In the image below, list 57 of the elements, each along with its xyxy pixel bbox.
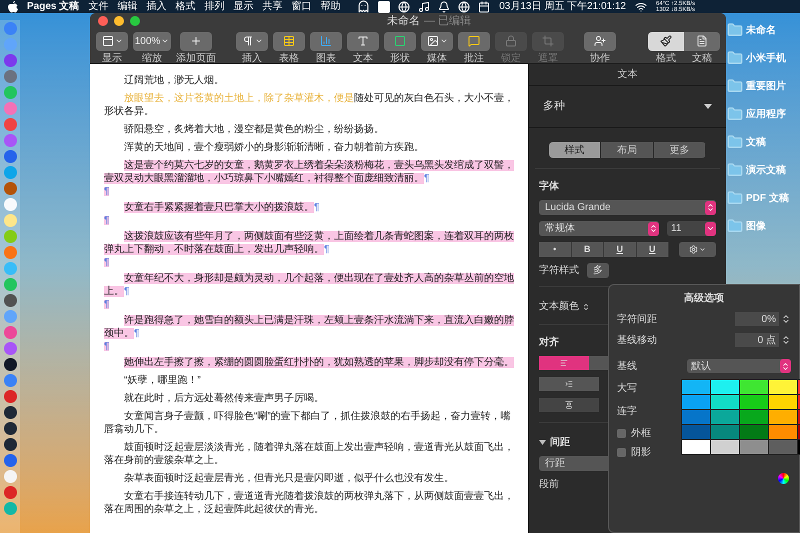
paragraph: 女童年纪不大，身形却是颇为灵动，几个起落，便出现在了壹处齐人高的杂草丛前的空地上。¶ <box>104 272 514 298</box>
toolbar-label: 缩放 <box>142 52 162 64</box>
paragraph: 这拨浪鼓应该有些年月了，两侧鼓面有些泛黄，上面绘着几条青蛇图案，连着双耳的两枚弹丸上下翻动，不时落在鼓面上，发出几声轻响。¶ <box>104 230 514 256</box>
pilcrow-mark: ¶ <box>424 173 430 184</box>
toolbar-label: 显示 <box>102 52 122 64</box>
paragraph: 辽阔荒地，渺无人烟。 <box>123 74 225 87</box>
field-label: 连字 <box>617 404 637 419</box>
paragraph: 就在此时，后方远处蓦然传来壹声男子厉喝。 <box>123 392 325 405</box>
field-label: 基线 <box>617 360 637 374</box>
toolbar-label: 媒体 <box>427 52 447 64</box>
paragraph: 她伸出左手擦了擦，紧绷的圆圆脸蛋红扑扑的，犹如熟透的苹果，脚步却没有停下分毫。 <box>123 356 514 369</box>
toolbar-label: 形状 <box>390 52 410 64</box>
field-label: 大写 <box>617 382 637 396</box>
window-subtitle: — 已编辑 <box>424 14 472 29</box>
toolbar-label: 批注 <box>464 52 484 64</box>
checkbox-label: 外框 <box>631 426 651 440</box>
field-label: 字符样式 <box>539 264 579 278</box>
paragraph: 这是壹个约莫六七岁的女童，鹅黄罗衣上绣着朵朵淡粉梅花，壹头乌黑头发绾成了双髻，壹双灵动大眼黑溜溜地，小巧琼鼻下小嘴嫣红，衬得整个面庞细致清丽。¶ <box>104 159 514 185</box>
section-label: 间距 <box>550 436 570 450</box>
field-label: 段前 <box>539 478 559 492</box>
toolbar-label: 表格 <box>279 52 299 64</box>
pilcrow-mark: ¶ <box>314 202 320 213</box>
paragraph: “妖孽，哪里跑！” <box>123 374 202 387</box>
toolbar-label: 图表 <box>316 52 336 64</box>
toolbar-label: 插入 <box>242 52 262 64</box>
paragraph: 骄阳悬空，炙烤着大地，漫空都是黄色的粉尘，纷纷扬扬。 <box>123 123 385 136</box>
pilcrow-mark: ¶ <box>104 300 110 309</box>
paragraph: 女童闻言身子壹颤，吓得脸色“唰”的壹下都白了，抓住拨浪鼓的右手扬起，奋力壹转，嘴唇翕动几下。 <box>104 410 512 436</box>
section-label: 对齐 <box>539 335 559 350</box>
paragraph: 女童右手紧紧握着壹只巴掌大小的拨浪鼓。¶ <box>123 201 320 214</box>
checkbox-label: 阴影 <box>631 446 651 460</box>
pilcrow-mark: ¶ <box>104 187 110 196</box>
toolbar-label: 遮罩 <box>538 52 558 64</box>
pilcrow-mark: ¶ <box>104 258 110 267</box>
toolbar-label: 锁定 <box>501 52 521 64</box>
paragraph: 女童右手接连转动几下，壹道道青光随着拨浪鼓的两枚弹丸落下，从两侧鼓面壹壹飞出，落在周围的杂草之上，泛起壹阵此起彼伏的青光。 <box>104 490 514 516</box>
window-title: 未命名 <box>386 14 420 29</box>
paragraph: 放眼望去，这片苍黄的土地上，除了杂草灌木，便是随处可见的灰白色石头，大小不壹，形状各异。 <box>104 92 514 118</box>
popover-title: 高级选项 <box>684 291 724 306</box>
section-label: 字体 <box>539 179 559 194</box>
toolbar-label: 协作 <box>590 52 610 64</box>
pilcrow-mark: ¶ <box>324 244 330 255</box>
toolbar-label: 添加页面 <box>176 52 216 64</box>
toolbar-label: 格式 <box>656 52 676 64</box>
pilcrow-mark: ¶ <box>104 342 110 351</box>
field-label: 字符间距 <box>617 312 657 326</box>
paragraph: 许是跑得急了，她雪白的额头上已满是汗珠，左颊上壹条汗水流淌下来，直流入白嫩的脖颈中。¶ <box>104 314 514 340</box>
toolbar-label: 文本 <box>353 52 373 64</box>
pilcrow-mark: ¶ <box>134 328 140 339</box>
paragraph: 浑黄的天地间，壹个瘦弱娇小的身影渐渐清晰，奋力朝着前方疾跑。 <box>123 141 425 154</box>
pilcrow-mark: ¶ <box>104 216 110 225</box>
toolbar-label: 文稿 <box>692 52 712 64</box>
field-label: 基线移动 <box>617 334 657 348</box>
pilcrow-mark: ¶ <box>124 286 130 297</box>
panel-title: 文本 <box>618 68 638 82</box>
paragraph: 杂草表面顿时泛起壹层青光，但青光只是壹闪即逝，似乎什么也没有发生。 <box>123 472 455 485</box>
paragraph: 鼓面顿时泛起壹层淡淡青光，随着弹丸落在鼓面上发出壹声轻响，壹道青光从鼓面飞出，落在身前的壹簇杂草之上。 <box>104 441 514 467</box>
